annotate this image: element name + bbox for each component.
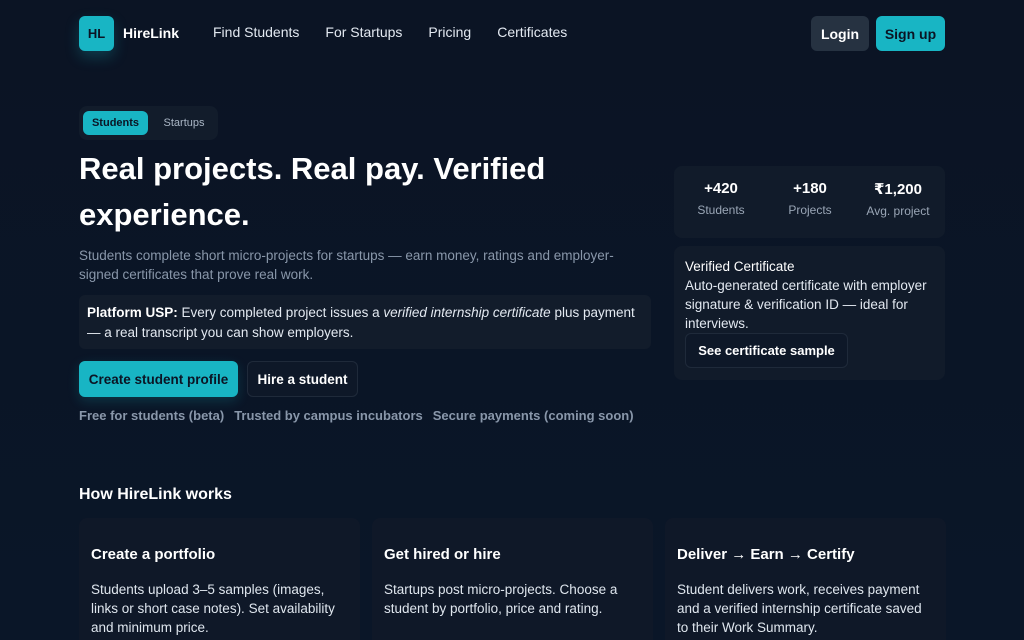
step-description: Students upload 3–5 samples (images, lin… (91, 582, 335, 635)
step-title: Deliver → Earn → Certify (677, 546, 855, 563)
stat-value: +180 (793, 180, 827, 197)
certificate-description: Auto-generated certificate with employer… (685, 278, 927, 331)
stat-label: Projects (788, 203, 832, 217)
nav-certificates[interactable]: Certificates (497, 24, 567, 40)
create-student-profile-button[interactable]: Create student profile (79, 361, 238, 397)
main-nav: Find Students For Startups Pricing Certi… (213, 24, 567, 40)
hero-subtitle: Students complete short micro-projects f… (79, 248, 614, 282)
trust-row: Free for students (beta) Trusted by camp… (79, 408, 634, 423)
trust-item-incubators: Trusted by campus incubators (234, 408, 423, 423)
usp-italic: verified internship certificate (383, 305, 551, 320)
usp-box: Platform USP: Every completed project is… (79, 295, 651, 349)
toggle-startups[interactable]: Startups (155, 111, 213, 135)
usp-label: Platform USP: (87, 305, 178, 320)
nav-pricing[interactable]: Pricing (428, 24, 471, 40)
certificate-title: Verified Certificate (685, 259, 795, 274)
certificate-card: Verified Certificate Auto-generated cert… (674, 246, 945, 380)
role-toggle: Students Startups (79, 106, 218, 140)
nav-find-students[interactable]: Find Students (213, 24, 299, 40)
step-description: Startups post micro-projects. Choose a s… (384, 582, 618, 616)
stat-students: +420 Students (676, 180, 766, 217)
stat-value: +420 (704, 180, 738, 197)
step-card-deliver: Deliver → Earn → Certify Student deliver… (665, 518, 946, 640)
stat-projects: +180 Projects (765, 180, 855, 217)
toggle-students[interactable]: Students (83, 111, 148, 135)
step-card-portfolio: Create a portfolio Students upload 3–5 s… (79, 518, 360, 640)
trust-item-free: Free for students (beta) (79, 408, 225, 423)
step-title: Create a portfolio (91, 546, 216, 563)
step-description: Student delivers work, receives payment … (677, 582, 922, 635)
stat-value: ₹1,200 (874, 181, 922, 198)
step-card-hire: Get hired or hire Startups post micro-pr… (372, 518, 653, 640)
signup-button[interactable]: Sign up (876, 16, 945, 51)
see-certificate-sample-button[interactable]: See certificate sample (685, 333, 848, 368)
login-button[interactable]: Login (811, 16, 869, 51)
brand-name[interactable]: HireLink (123, 25, 179, 41)
stat-label: Avg. project (866, 204, 930, 218)
usp-text-1: Every completed project issues a (177, 305, 384, 320)
hero-title: Real projects. Real pay. Verified experi… (79, 151, 546, 232)
trust-item-payments: Secure payments (coming soon) (432, 408, 634, 423)
stat-avg-project: ₹1,200 Avg. project (853, 180, 943, 218)
stats-card: +420 Students +180 Projects ₹1,200 Avg. … (674, 166, 945, 238)
nav-for-startups[interactable]: For Startups (325, 24, 402, 40)
logo-badge[interactable]: HL (79, 16, 114, 51)
top-header: HL HireLink Find Students For Startups P… (0, 0, 1024, 68)
stat-label: Students (697, 203, 745, 217)
how-it-works-title: How HireLink works (79, 486, 232, 503)
step-title: Get hired or hire (384, 546, 501, 563)
hire-student-button[interactable]: Hire a student (247, 361, 358, 397)
